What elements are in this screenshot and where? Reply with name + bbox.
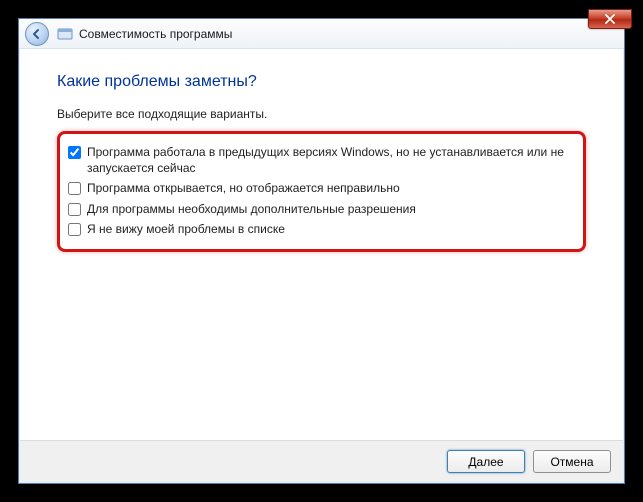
option-label: Программа работала в предыдущих версиях … bbox=[87, 144, 575, 176]
option-checkbox[interactable] bbox=[68, 203, 81, 216]
option-checkbox[interactable] bbox=[68, 146, 81, 159]
close-icon bbox=[605, 14, 615, 24]
option-checkbox[interactable] bbox=[68, 223, 81, 236]
close-button[interactable] bbox=[588, 9, 632, 29]
options-group: Программа работала в предыдущих версиях … bbox=[57, 131, 586, 252]
cancel-button[interactable]: Отмена bbox=[533, 450, 611, 473]
instruction-text: Выберите все подходящие варианты. bbox=[57, 107, 586, 121]
option-checkbox[interactable] bbox=[68, 182, 81, 195]
option-needs-permissions[interactable]: Для программы необходимы дополнительные … bbox=[68, 199, 575, 219]
back-button[interactable] bbox=[25, 22, 49, 46]
wizard-window: Совместимость программы Какие проблемы з… bbox=[18, 18, 625, 484]
option-displays-wrong[interactable]: Программа открывается, но отображается н… bbox=[68, 178, 575, 198]
next-button[interactable]: Далее bbox=[447, 450, 525, 473]
option-label: Я не вижу моей проблемы в списке bbox=[87, 221, 575, 237]
window-title: Совместимость программы bbox=[79, 27, 232, 41]
page-heading: Какие проблемы заметны? bbox=[57, 73, 586, 91]
option-previous-versions[interactable]: Программа работала в предыдущих версиях … bbox=[68, 142, 575, 178]
option-label: Для программы необходимы дополнительные … bbox=[87, 201, 575, 217]
titlebar: Совместимость программы bbox=[19, 19, 624, 49]
option-label: Программа открывается, но отображается н… bbox=[87, 180, 575, 196]
footer: Далее Отмена bbox=[20, 440, 623, 482]
arrow-left-icon bbox=[31, 28, 43, 40]
option-not-listed[interactable]: Я не вижу моей проблемы в списке bbox=[68, 219, 575, 239]
app-icon bbox=[57, 26, 73, 42]
content-area: Какие проблемы заметны? Выберите все под… bbox=[19, 49, 624, 252]
